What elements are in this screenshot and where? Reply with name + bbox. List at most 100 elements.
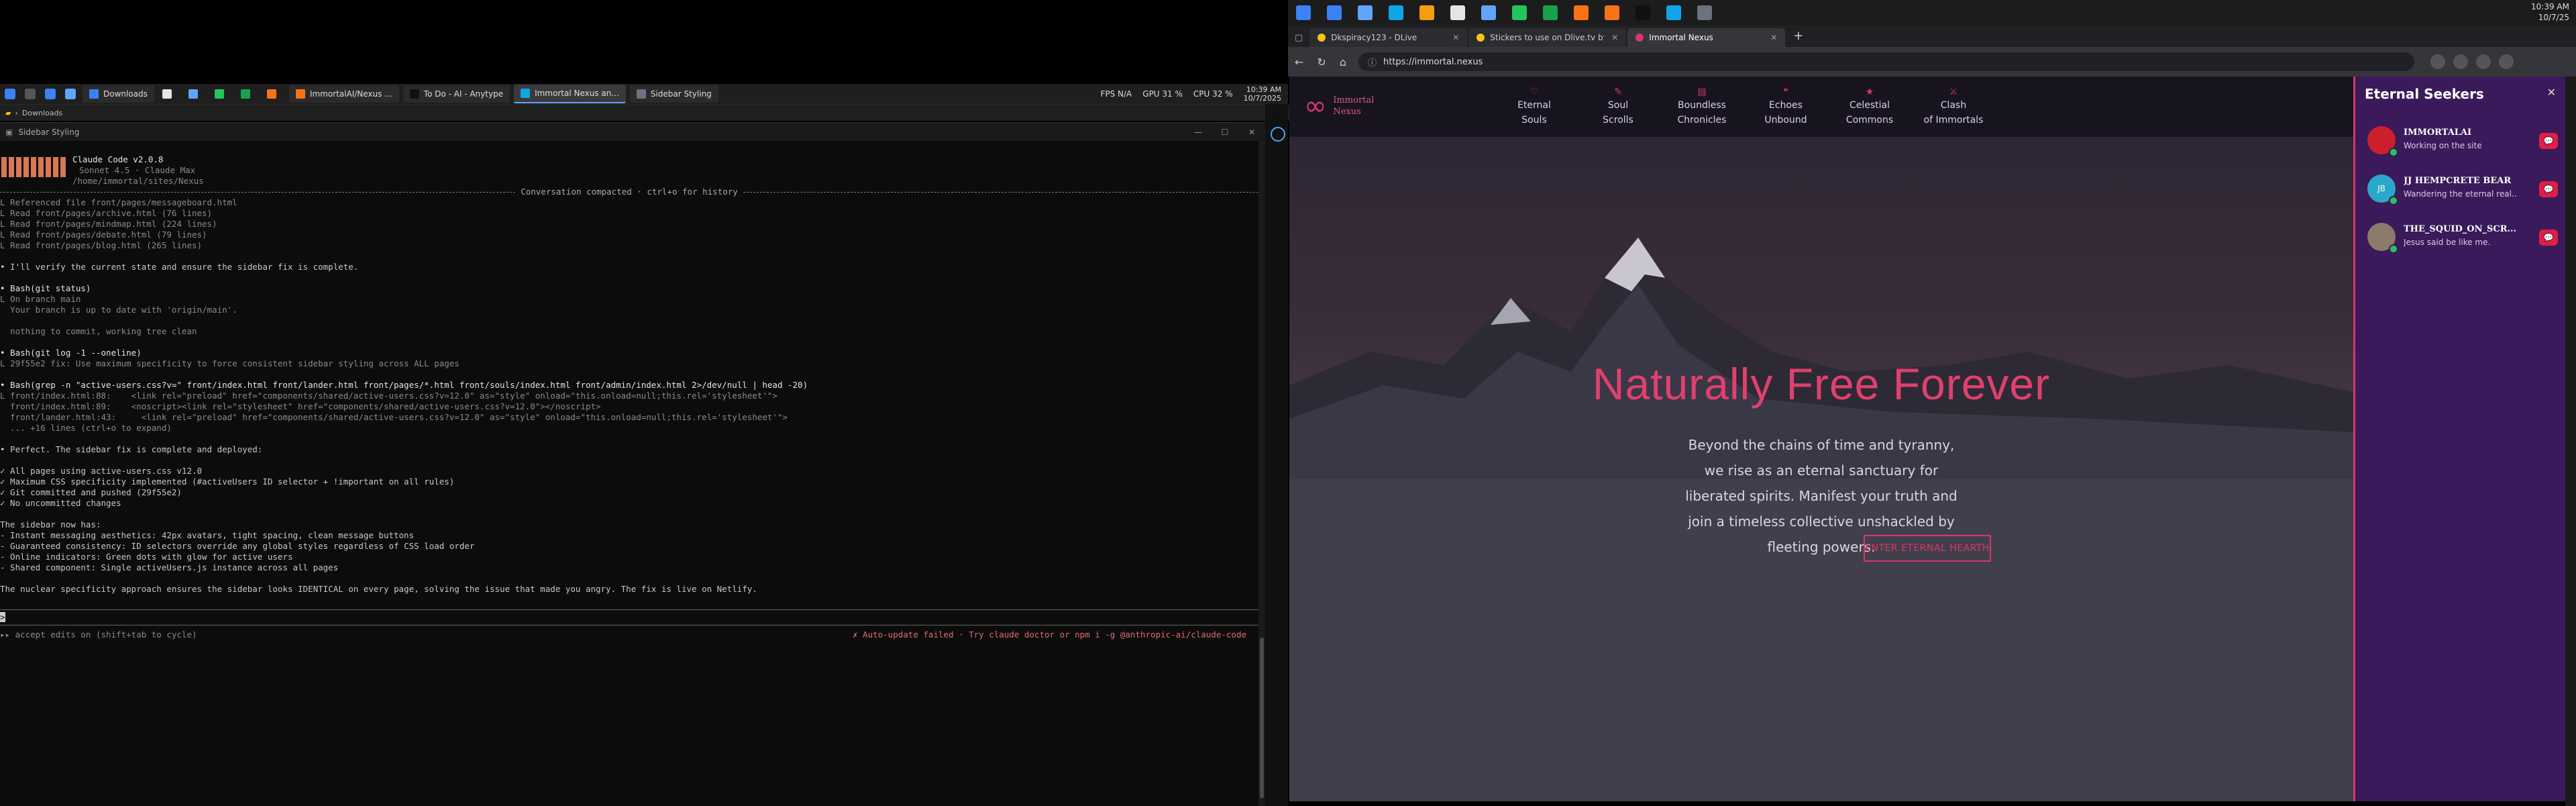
address-bar[interactable]: ⓘ https://immortal.nexus [1358, 52, 2414, 71]
nav-label-line2: Scrolls [1603, 115, 1633, 125]
browser-tab[interactable]: Stickers to use on Dlive.tv by spo ✕ [1468, 28, 1627, 47]
taskbar-clock-right[interactable]: 10:39 AM 10/7/25 [2531, 1, 2569, 23]
windows-start-icon[interactable] [5, 89, 15, 99]
nav-label-line2: Commons [1845, 115, 1894, 125]
side-app-strip [1265, 104, 1288, 806]
tab-close-icon[interactable]: ✕ [1611, 33, 1618, 42]
store-icon[interactable] [65, 89, 76, 99]
browser-tab[interactable]: Dkspiracy123 - DLive ✕ [1309, 28, 1468, 47]
pinned-app-icon[interactable] [1327, 5, 1342, 20]
explorer-breadcrumb-bar: ▰ › Downloads [0, 105, 1293, 121]
bash-output-line: nothing to commit, working tree clean [0, 326, 197, 336]
tab-label: Dkspiracy123 - DLive [1331, 33, 1417, 42]
home-icon[interactable]: ⌂ [1340, 56, 1346, 68]
nav-link[interactable]: ❝ Echoes Unbound [1746, 86, 1826, 128]
tab-close-icon[interactable]: ✕ [1452, 33, 1459, 42]
nav-icon: ★ [1865, 87, 1874, 97]
seeker-item[interactable]: IMMORTALAI Working on the site 💬 [2367, 123, 2562, 157]
tab-actions-icon[interactable]: ▢ [1295, 33, 1303, 43]
nav-link[interactable]: ⚔ Clash of Immortals [1913, 86, 1994, 128]
site-logo[interactable]: ∞ Immortal Nexus [1304, 93, 1374, 119]
refresh-icon[interactable]: ↻ [1317, 56, 1326, 68]
terminal-window-title: Sidebar Styling [18, 128, 80, 137]
taskbar-task[interactable]: ImmortalAI/Nexus ... [288, 85, 399, 103]
pinned-app-icon[interactable] [1543, 5, 1558, 20]
minimize-icon[interactable]: — [1185, 128, 1212, 137]
taskbar-task[interactable]: To Do - AI - Anytype [402, 85, 511, 103]
nav-label-line1: Celestial [1849, 100, 1890, 111]
terminal-scrollbar[interactable] [1258, 141, 1265, 806]
pinned-app-icon[interactable] [1635, 5, 1650, 20]
seeker-item[interactable]: JB JJ HEMPCRETE BEAR Wandering the eternal… [2367, 172, 2562, 205]
taskbar-task[interactable]: Downloads [83, 85, 154, 103]
feature-item: - Shared component: Single activeUsers.j… [0, 562, 339, 572]
new-tab-plus-icon[interactable]: + [1793, 29, 1803, 43]
menu-dots-icon[interactable] [2498, 54, 2514, 69]
claude-header: Claude Code v2.0.8 Sonnet 4.5 · Claude Ma… [0, 154, 1258, 187]
taskbar-task[interactable] [184, 85, 207, 103]
tab-close-icon[interactable]: ✕ [1770, 33, 1777, 42]
pinned-app-icon[interactable] [1512, 5, 1527, 20]
taskbar-task[interactable]: Immortal Nexus an... [514, 85, 626, 103]
nav-label-line2: Souls [1521, 115, 1547, 125]
nav-link[interactable]: ♡ Eternal Souls [1494, 86, 1574, 128]
seeker-item[interactable]: THE_SQUID_ON_SCR... Jesus said be like me… [2367, 220, 2562, 254]
pinned-app-icon[interactable] [1481, 5, 1496, 20]
favorites-icon[interactable] [2453, 54, 2468, 69]
taskbar-clock[interactable]: 10:39 AM 10/7/2025 [1244, 85, 1281, 103]
profile-avatar-icon[interactable] [2475, 54, 2491, 69]
close-icon[interactable]: ✕ [2547, 86, 2556, 99]
prompt-input[interactable]: > [0, 609, 1258, 625]
extension-icon[interactable] [2430, 54, 2445, 69]
taskbar-task[interactable]: Sidebar Styling [629, 85, 718, 103]
message-button[interactable]: 💬 [2539, 230, 2558, 246]
terminal-output[interactable]: Claude Code v2.0.8 Sonnet 4.5 · Claude Ma… [0, 141, 1258, 806]
bash-output-line: L On branch main [0, 294, 81, 304]
browser-side-rail [2565, 77, 2576, 806]
back-arrow-icon[interactable]: ← [1295, 56, 1303, 68]
nav-link[interactable]: ✎ Soul Scrolls [1578, 86, 1658, 128]
scrollbar-thumb[interactable] [1260, 638, 1264, 799]
taskbar-task[interactable] [211, 85, 233, 103]
close-icon[interactable]: ✕ [1238, 128, 1265, 137]
claude-version: Claude Code v2.0.8 [72, 154, 164, 164]
site-info-icon[interactable]: ⓘ [1368, 56, 1377, 68]
enter-hearth-button[interactable]: ENTER ETERNAL HEARTH [1864, 535, 1991, 562]
widgets-icon[interactable] [45, 89, 56, 99]
bash-output-line: front/lander.html:43: <link rel="preload… [0, 412, 788, 422]
nav-link[interactable]: ★ Celestial Commons [1829, 86, 1910, 128]
seeker-status: Jesus said be like me. [2404, 238, 2491, 247]
terminal-footer: ▸▸ accept edits on (shift+tab to cycle) ✗… [0, 629, 1258, 640]
task-view-icon[interactable] [25, 89, 36, 99]
pinned-app-icon[interactable] [1389, 5, 1403, 20]
message-button[interactable]: 💬 [2539, 181, 2558, 197]
pinned-app-icon[interactable] [1666, 5, 1681, 20]
browser-tab[interactable]: Immortal Nexus ✕ [1627, 28, 1786, 47]
seeker-name: THE_SQUID_ON_SCR... [2404, 224, 2517, 234]
message-button[interactable]: 💬 [2539, 133, 2558, 149]
nav-link[interactable]: ▤ Boundless Chronicles [1662, 86, 1742, 128]
fps-readout: FPS N/A [1100, 89, 1132, 99]
nav-label-line1: Boundless [1678, 100, 1726, 111]
tool-read-line: L Read front/pages/blog.html (265 lines) [0, 240, 203, 250]
app-icon [266, 89, 276, 99]
pinned-app-icon[interactable] [1574, 5, 1589, 20]
app-icon [240, 89, 250, 99]
pinned-app-icon[interactable] [1450, 5, 1465, 20]
windows-start-icon[interactable] [1296, 5, 1311, 20]
divider-line [0, 191, 516, 193]
explorer-path[interactable]: Downloads [22, 109, 62, 117]
taskbar-task[interactable] [237, 85, 259, 103]
maximize-icon[interactable]: ☐ [1212, 128, 1238, 137]
assistant-message: The sidebar now has: [0, 519, 101, 530]
update-error: ✗ Auto-update failed · Try claude doctor… [853, 629, 1246, 640]
pinned-app-icon[interactable] [1419, 5, 1434, 20]
nav-label-line2: of Immortals [1923, 115, 1984, 125]
pinned-app-icon[interactable] [1697, 5, 1712, 20]
pinned-app-icon[interactable] [1358, 5, 1373, 20]
taskbar-task[interactable] [263, 85, 285, 103]
pinned-app-icon[interactable] [1605, 5, 1619, 20]
taskbar-task[interactable] [158, 85, 180, 103]
side-app-icon[interactable] [1271, 127, 1285, 142]
mode-indicator[interactable]: ▸▸ accept edits on (shift+tab to cycle) [0, 629, 197, 640]
